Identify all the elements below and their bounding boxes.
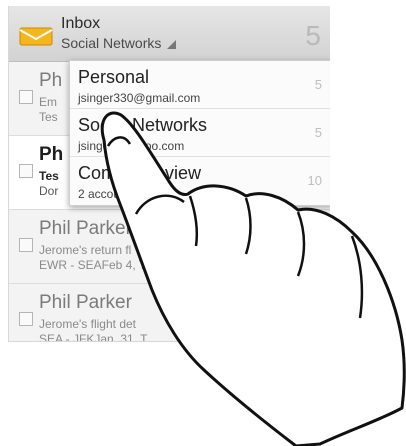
message-snippet: Tes [39,110,58,124]
message-sender: Phil Parker [39,292,132,313]
account-option-email: jsinger330@gmail.com [78,91,201,105]
message-sender: Ph [39,144,64,165]
account-dropdown-menu: Personal jsinger330@gmail.com 5 Social N… [69,60,330,206]
message-subject: Jerome's return fl [39,243,132,257]
unread-count: 5 [305,20,321,51]
message-checkbox[interactable] [19,238,33,252]
message-subject: Tes [39,169,59,183]
account-label: Social Networks [61,35,162,51]
message-subject: Em [39,95,57,109]
message-sender: Phil Parker [39,218,132,239]
message-sender: Ph [39,70,63,91]
account-option-combined-view[interactable]: Combined view 2 accounts 10 [70,157,330,205]
message-snippet: EWR - SEAFeb 4, T [39,258,147,272]
account-option-email: 2 accounts [78,187,137,201]
message-row[interactable]: Phil Parker Jerome's return fl EWR - SEA… [9,210,330,284]
message-subject: Jerome's flight det [39,317,137,331]
account-option-name: Personal [78,67,150,87]
email-app-screen: Inbox Social Networks 5 Ph Em Tes Ph Tes… [8,6,330,342]
message-date: Jan 21 [287,218,321,230]
account-option-count: 5 [314,77,322,92]
mailbox-title: Inbox [61,15,101,32]
inbox-envelope-icon[interactable] [19,26,53,46]
account-option-social-networks[interactable]: Social Networks jsinger@yahoo.com 5 [70,109,330,157]
message-checkbox[interactable] [19,164,33,178]
account-option-name: Combined view [78,163,202,183]
message-checkbox[interactable] [19,90,33,104]
account-option-name: Social Networks [78,115,208,135]
message-checkbox[interactable] [19,312,33,326]
dropdown-caret-icon [167,40,177,49]
account-selector[interactable]: Social Networks [61,35,177,51]
account-option-count: 10 [307,173,322,188]
message-snippet: Dor [39,184,59,198]
account-option-personal[interactable]: Personal jsinger330@gmail.com 5 [70,61,330,109]
message-row[interactable]: Phil Parker Jerome's flight det SEA - JF… [9,284,330,342]
inbox-header: Inbox Social Networks 5 [9,6,330,62]
message-snippet: SEA - JFKJan. 31, T [39,332,148,342]
account-option-count: 5 [314,125,322,140]
account-option-email: jsinger@yahoo.com [78,139,185,153]
